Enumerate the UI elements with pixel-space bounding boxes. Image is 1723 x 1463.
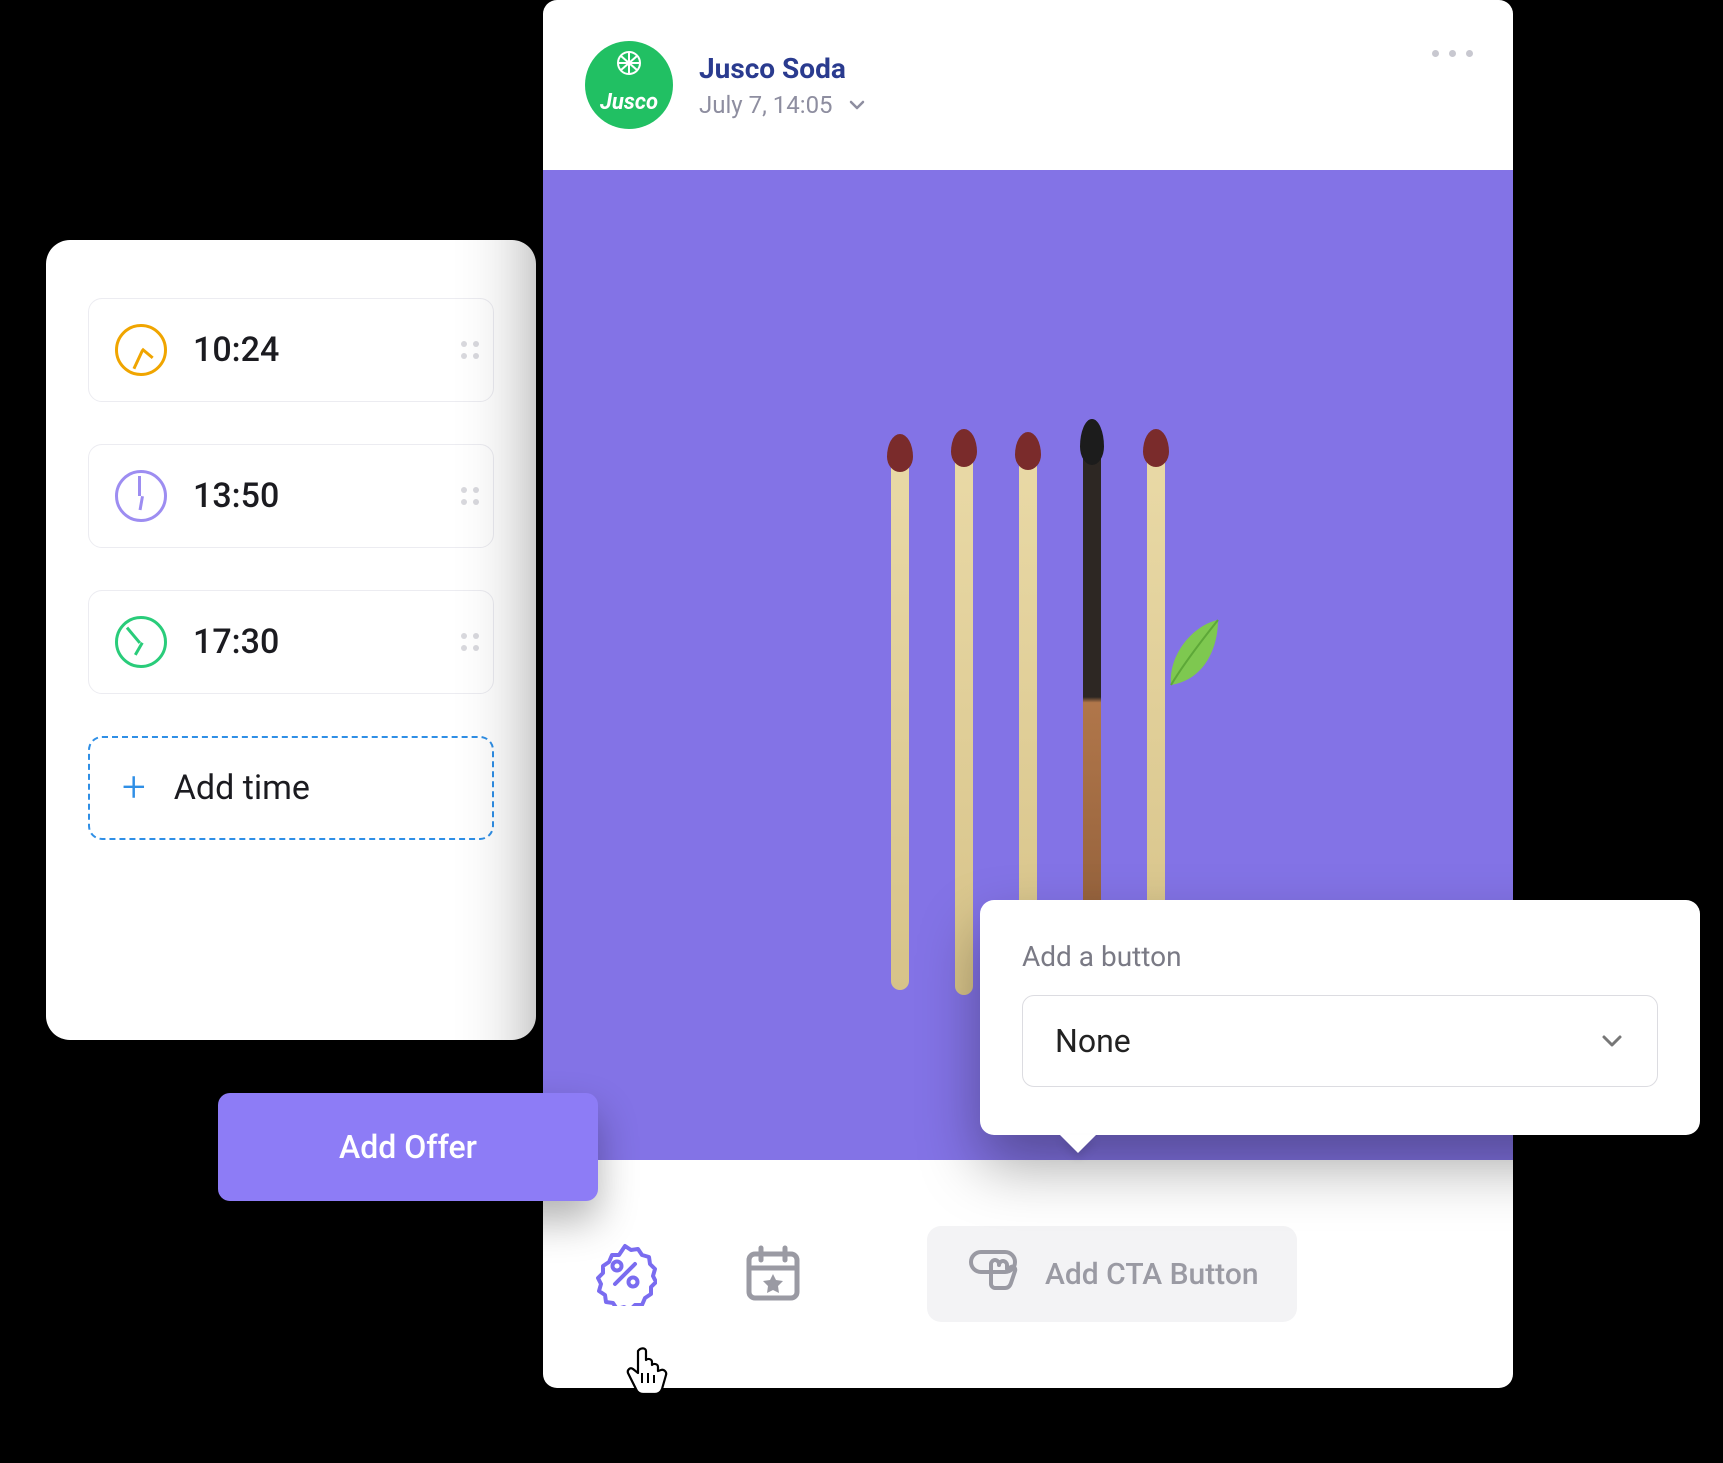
- button-select[interactable]: None: [1022, 995, 1658, 1087]
- time-slot-label: 10:24: [193, 330, 279, 370]
- post-date-row[interactable]: July 7, 14:05: [699, 91, 867, 119]
- add-offer-label: Add Offer: [339, 1128, 477, 1166]
- clock-icon: [115, 470, 167, 522]
- tap-icon: [965, 1246, 1021, 1302]
- avatar: Jusco: [585, 41, 673, 129]
- add-time-label: Add time: [174, 768, 310, 808]
- time-slot-label: 17:30: [193, 622, 279, 662]
- time-slots-panel: 10:24 13:50 17:30 + Add time: [46, 240, 536, 1040]
- drag-handle-icon[interactable]: [461, 341, 479, 359]
- drag-handle-icon[interactable]: [461, 633, 479, 651]
- cta-chip-label: Add CTA Button: [1045, 1257, 1259, 1292]
- clock-icon: [115, 616, 167, 668]
- drag-handle-icon[interactable]: [461, 487, 479, 505]
- calendar-star-icon[interactable]: [739, 1240, 807, 1308]
- add-time-button[interactable]: + Add time: [88, 736, 494, 840]
- plus-icon: +: [122, 767, 146, 809]
- leaf-icon: [1163, 615, 1223, 695]
- post-card: Jusco Jusco Soda July 7, 14:05: [543, 0, 1513, 1388]
- more-menu-icon[interactable]: [1432, 50, 1473, 57]
- chevron-down-icon: [1599, 1028, 1625, 1054]
- dropdown-title: Add a button: [1022, 940, 1658, 973]
- post-header: Jusco Jusco Soda July 7, 14:05: [543, 0, 1513, 170]
- avatar-logo-icon: [606, 51, 652, 75]
- account-name[interactable]: Jusco Soda: [699, 52, 867, 85]
- chevron-down-icon: [847, 95, 867, 115]
- post-meta: Jusco Soda July 7, 14:05: [699, 52, 867, 119]
- time-slot-label: 13:50: [193, 476, 279, 516]
- add-button-dropdown: Add a button None: [980, 900, 1700, 1135]
- add-cta-button[interactable]: Add CTA Button: [927, 1226, 1297, 1322]
- time-slot-3[interactable]: 17:30: [88, 590, 494, 694]
- time-slot-1[interactable]: 10:24: [88, 298, 494, 402]
- avatar-text: Jusco: [600, 90, 658, 115]
- add-offer-button[interactable]: Add Offer: [218, 1093, 598, 1201]
- select-value: None: [1055, 1022, 1131, 1060]
- clock-icon: [115, 324, 167, 376]
- time-slot-2[interactable]: 13:50: [88, 444, 494, 548]
- post-footer: Add CTA Button: [543, 1160, 1513, 1388]
- discount-badge-icon[interactable]: [591, 1240, 659, 1308]
- post-date: July 7, 14:05: [699, 91, 833, 119]
